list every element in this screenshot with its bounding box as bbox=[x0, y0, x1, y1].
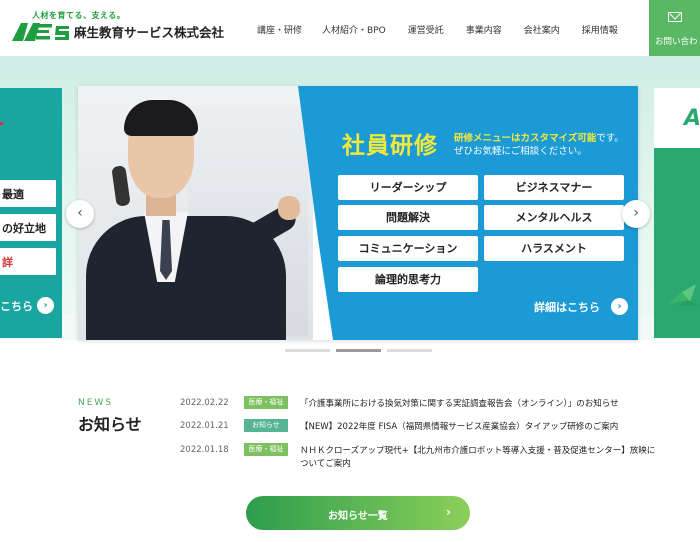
training-tag[interactable]: メンタルヘルス bbox=[484, 205, 624, 230]
news-date: 2022.01.21 bbox=[180, 421, 229, 431]
training-tag[interactable]: コミュニケーション bbox=[338, 236, 478, 261]
contact-button[interactable]: お問い合わ bbox=[649, 0, 700, 56]
training-tag[interactable]: リーダーシップ bbox=[338, 175, 478, 200]
company-logo[interactable]: 人材を育てる、支える。 麻生教育サービス株式会社 bbox=[12, 10, 225, 46]
news-title[interactable]: ＮＨＫクローズアップ現代+【北九州市介護ロボット等導入支援・普及促進センター】放… bbox=[300, 444, 655, 456]
nav-outsourcing[interactable]: 運営受託 bbox=[408, 23, 444, 36]
accent-mark bbox=[0, 122, 3, 125]
all-news-button[interactable]: お知らせ一覧 › bbox=[246, 496, 470, 530]
company-name: 麻生教育サービス株式会社 bbox=[74, 25, 225, 40]
slide-logo-fragment: A bbox=[684, 106, 700, 131]
all-news-label: お知らせ一覧 bbox=[328, 511, 388, 522]
nav-business[interactable]: 事業内容 bbox=[466, 23, 502, 36]
nav-company[interactable]: 会社案内 bbox=[524, 23, 560, 36]
arrow-right-icon[interactable]: › bbox=[611, 298, 628, 315]
nav-recruit[interactable]: 採用情報 bbox=[582, 23, 618, 36]
slide-chip: 最適 bbox=[0, 180, 56, 207]
slider-dot[interactable] bbox=[285, 349, 330, 352]
logo-tagline: 人材を育てる、支える。 bbox=[32, 11, 126, 20]
news-date: 2022.02.22 bbox=[180, 398, 229, 408]
slider-prev-button[interactable]: ‹ bbox=[66, 200, 94, 228]
nav-staffing-bpo[interactable]: 人材紹介・BPO bbox=[322, 23, 386, 36]
slide-chip: の好立地 bbox=[0, 214, 56, 241]
training-tag[interactable]: ビジネスマナー bbox=[484, 175, 624, 200]
news-category-badge: 医療・福祉 bbox=[244, 443, 288, 456]
training-tag[interactable]: 問題解決 bbox=[338, 205, 478, 230]
slider-dot-active[interactable] bbox=[336, 349, 381, 352]
news-label-en: NEWS bbox=[78, 398, 114, 408]
slide-subtitle-2: ぜひお気軽にご相談ください。 bbox=[454, 146, 587, 157]
trainer-photo bbox=[78, 86, 313, 340]
news-title-continued[interactable]: ついてご案内 bbox=[300, 457, 351, 469]
chevron-left-icon: ‹ bbox=[77, 205, 83, 221]
slide-previous[interactable]: 最適 の好立地 詳 こちら › bbox=[0, 88, 62, 338]
slider-next-button[interactable]: › bbox=[622, 200, 650, 228]
training-tag[interactable]: 論理的思考力 bbox=[338, 267, 478, 292]
paper-crane-icon bbox=[668, 284, 700, 306]
news-heading: お知らせ bbox=[78, 415, 142, 434]
news-title[interactable]: 【NEW】2022年度 FISA（福岡県情報サービス産業協会）タイアップ研修のご… bbox=[300, 420, 618, 432]
slide-employee-training[interactable]: 社員研修 研修メニューはカスタマイズ可能です。 ぜひお気軽にご相談ください。 リ… bbox=[78, 86, 638, 340]
chevron-right-icon: › bbox=[633, 205, 639, 221]
chevron-right-icon: › bbox=[446, 505, 451, 519]
news-title[interactable]: 「介護事業所における換気対策に関する実証調査報告会（オンライン）」のお知らせ bbox=[300, 397, 619, 409]
slide-subtitle: 研修メニューはカスタマイズ可能です。 bbox=[454, 133, 624, 144]
arrow-right-icon: › bbox=[37, 297, 54, 314]
training-panel: 社員研修 研修メニューはカスタマイズ可能です。 ぜひお気軽にご相談ください。 リ… bbox=[298, 86, 638, 340]
news-category-badge: 医療・福祉 bbox=[244, 396, 288, 409]
news-category-badge: お知らせ bbox=[244, 419, 288, 432]
news-date: 2022.01.18 bbox=[180, 445, 229, 455]
slider-pagination bbox=[285, 349, 438, 352]
contact-label: お問い合わ bbox=[655, 37, 698, 47]
site-header: 人材を育てる、支える。 麻生教育サービス株式会社 講座・研修 人材紹介・BPO … bbox=[0, 0, 700, 56]
aes-logo-mark bbox=[12, 23, 69, 41]
slide-more-label: こちら bbox=[0, 300, 33, 313]
global-nav: 講座・研修 人材紹介・BPO 運営受託 事業内容 会社案内 採用情報 bbox=[257, 23, 640, 36]
training-tag[interactable]: ハラスメント bbox=[484, 236, 624, 261]
slider-dot[interactable] bbox=[387, 349, 432, 352]
nav-courses[interactable]: 講座・研修 bbox=[257, 23, 302, 36]
mail-icon bbox=[668, 12, 682, 22]
slide-chip: 詳 bbox=[0, 248, 56, 275]
details-link[interactable]: 詳細はこちら bbox=[534, 299, 600, 315]
slide-title: 社員研修 bbox=[342, 133, 438, 159]
